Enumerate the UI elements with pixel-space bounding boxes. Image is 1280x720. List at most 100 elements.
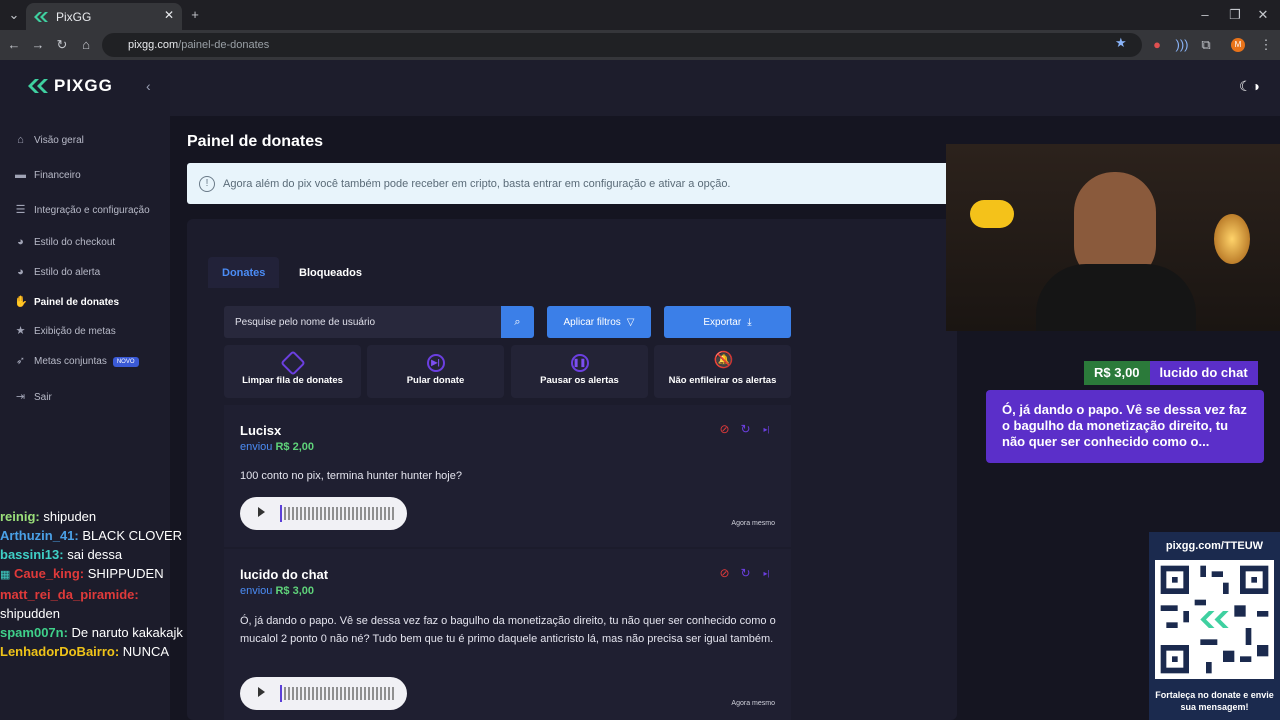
chat-message: matt_rei_da_piramide:: [0, 585, 215, 604]
palette-icon: ◕: [17, 236, 24, 248]
alert-message: Ó, já dando o papo. Vê se dessa vez faz …: [986, 390, 1264, 463]
pixgg-favicon-icon: [34, 11, 48, 22]
waveform: [280, 687, 394, 700]
tab-bloqueados[interactable]: Bloqueados: [285, 257, 376, 288]
chat-user: spam007n:: [0, 625, 68, 640]
extension-icon[interactable]: ●: [1147, 35, 1167, 55]
audio-player[interactable]: [240, 677, 407, 710]
audio-player[interactable]: [240, 497, 407, 530]
top-bar: ☾◑: [170, 60, 1280, 116]
sidebar-item-visao-geral[interactable]: ⌂ Visão geral: [14, 134, 84, 147]
menu-kebab-icon[interactable]: ⋮: [1256, 35, 1276, 55]
search-button[interactable]: ⌕: [501, 306, 534, 338]
restore-icon[interactable]: ❐: [1225, 5, 1245, 25]
chat-message: Arthuzin_41: BLACK CLOVER: [0, 528, 183, 543]
logout-icon: ⇥: [15, 391, 26, 403]
donation-message: Ó, já dando o papo. Vê se dessa vez faz …: [240, 615, 776, 645]
page-title: Painel de donates: [187, 133, 324, 150]
sidebar-item-estilo-checkout[interactable]: ◕ Estilo do checkout: [14, 236, 115, 249]
cast-icon[interactable]: ))): [1172, 35, 1192, 55]
playhead[interactable]: [280, 685, 282, 702]
browser-tab[interactable]: PixGG ✕: [26, 3, 182, 30]
sidebar-item-sair[interactable]: ⇥ Sair: [14, 391, 52, 404]
sidebar-item-financeiro[interactable]: ▬ Financeiro: [14, 169, 81, 182]
play-icon[interactable]: [258, 507, 265, 517]
sidebar-item-metas-conjuntas[interactable]: ➶ Metas conjuntas NOVO: [14, 355, 139, 368]
chat-user: Caue_king:: [14, 566, 85, 581]
clear-queue-button[interactable]: Limpar fila de donates: [224, 345, 361, 398]
sidebar-item-estilo-alerta[interactable]: ◕ Estilo do alerta: [14, 266, 100, 279]
search-input[interactable]: Pesquise pelo nome de usuário: [224, 306, 502, 338]
url-path: /painel-de-donates: [178, 39, 270, 51]
forward-icon[interactable]: →: [28, 35, 48, 55]
sidebar-item-integracao[interactable]: ☰ Integração e configuração: [14, 204, 150, 217]
palette-icon: ◕: [17, 266, 24, 278]
apply-filters-button[interactable]: Aplicar filtros ▽: [547, 306, 651, 338]
lamp-light: [970, 200, 1014, 228]
chat-user: Arthuzin_41:: [0, 528, 79, 543]
new-tab-icon[interactable]: +: [185, 5, 205, 25]
chat-user: matt_rei_da_piramide:: [0, 587, 139, 602]
close-window-icon[interactable]: ✕: [1253, 5, 1273, 25]
filter-icon: ▽: [626, 316, 635, 328]
chat-message: reinig: shipuden: [0, 509, 97, 524]
chat-user: LenhadorDoBairro:: [0, 644, 120, 659]
qr-code: [1155, 560, 1274, 679]
home-icon: ⌂: [17, 134, 24, 146]
extensions-puzzle-icon[interactable]: ⧉: [1196, 35, 1216, 55]
chat-user: bassini13:: [0, 547, 64, 562]
address-bar-row: ← → ↻ ⌂ pixgg.com/painel-de-donates ★ ● …: [0, 30, 1280, 60]
qr-url: pixgg.com/TTEUW: [1165, 540, 1264, 552]
pixgg-logo-icon: [28, 79, 48, 93]
profile-avatar[interactable]: M: [1231, 38, 1245, 52]
back-icon[interactable]: ←: [4, 35, 24, 55]
reload-icon[interactable]: ↻: [52, 35, 72, 55]
home-icon[interactable]: ⌂: [76, 35, 96, 55]
alert-amount: R$ 3,00: [1084, 361, 1150, 385]
skip-icon: ▶|: [426, 354, 445, 372]
chat-message-continued: shipudden: [0, 606, 60, 621]
chat-message: spam007n: De naruto kakakajk: [0, 625, 183, 640]
tab-list-icon[interactable]: ⌄: [4, 5, 24, 25]
skip-icon[interactable]: ▸|: [760, 423, 773, 436]
replay-icon[interactable]: ↻: [739, 567, 752, 580]
wallet-icon: ▬: [15, 169, 26, 181]
document-icon: ☰: [15, 204, 26, 216]
play-icon[interactable]: [258, 687, 265, 697]
info-banner: ! Agora além do pix você também pode rec…: [187, 163, 957, 204]
rocket-icon: ➶: [15, 355, 26, 367]
qr-footer: Fortaleça no donate e envie sua mensagem…: [1155, 690, 1274, 712]
alert-header: R$ 3,00 lucido do chat: [1084, 361, 1258, 385]
donation-amount: enviou R$ 2,00: [240, 441, 315, 453]
block-icon[interactable]: ⊘: [718, 567, 731, 580]
skip-donate-button[interactable]: ▶| Pular donate: [367, 345, 504, 398]
url-input[interactable]: pixgg.com/painel-de-donates ★: [102, 33, 1142, 57]
download-icon: ⤓: [747, 316, 752, 328]
theme-toggle-icon[interactable]: ☾◑: [1239, 78, 1260, 95]
url-host: pixgg.com: [128, 39, 179, 51]
donation-time: Agora mesmo: [731, 520, 775, 527]
bookmark-star-icon[interactable]: ★: [1115, 35, 1127, 51]
search-icon: ⌕: [514, 316, 521, 328]
info-icon: !: [199, 175, 215, 192]
sidebar-item-exibicao-metas[interactable]: ★ Exibição de metas: [14, 325, 116, 338]
replay-icon[interactable]: ↻: [739, 423, 752, 436]
new-badge: NOVO: [112, 356, 139, 367]
block-icon[interactable]: ⊘: [718, 423, 731, 436]
pause-alerts-button[interactable]: ❚❚ Pausar os alertas: [511, 345, 648, 398]
close-tab-icon[interactable]: ✕: [164, 8, 174, 22]
skip-icon[interactable]: ▸|: [760, 567, 773, 580]
star-icon: ★: [15, 325, 26, 337]
collapse-sidebar-icon[interactable]: ‹: [146, 78, 151, 94]
playhead[interactable]: [280, 505, 282, 522]
tab-title: PixGG: [56, 9, 92, 24]
minimize-icon[interactable]: –: [1195, 5, 1215, 25]
no-queue-alerts-button[interactable]: 🔕 Não enfileirar os alertas: [654, 345, 791, 398]
chat-message: LenhadorDoBairro: NUNCA: [0, 644, 170, 659]
logo[interactable]: PIXGG: [28, 76, 113, 96]
donor-name: lucido do chat: [240, 567, 329, 582]
export-button[interactable]: Exportar ⤓: [664, 306, 791, 338]
chat-message: ▦ Caue_king: SHIPPUDEN: [0, 566, 164, 581]
sidebar-item-painel-donates[interactable]: ✋ Painel de donates: [14, 296, 119, 309]
tab-donates[interactable]: Donates: [208, 257, 280, 288]
